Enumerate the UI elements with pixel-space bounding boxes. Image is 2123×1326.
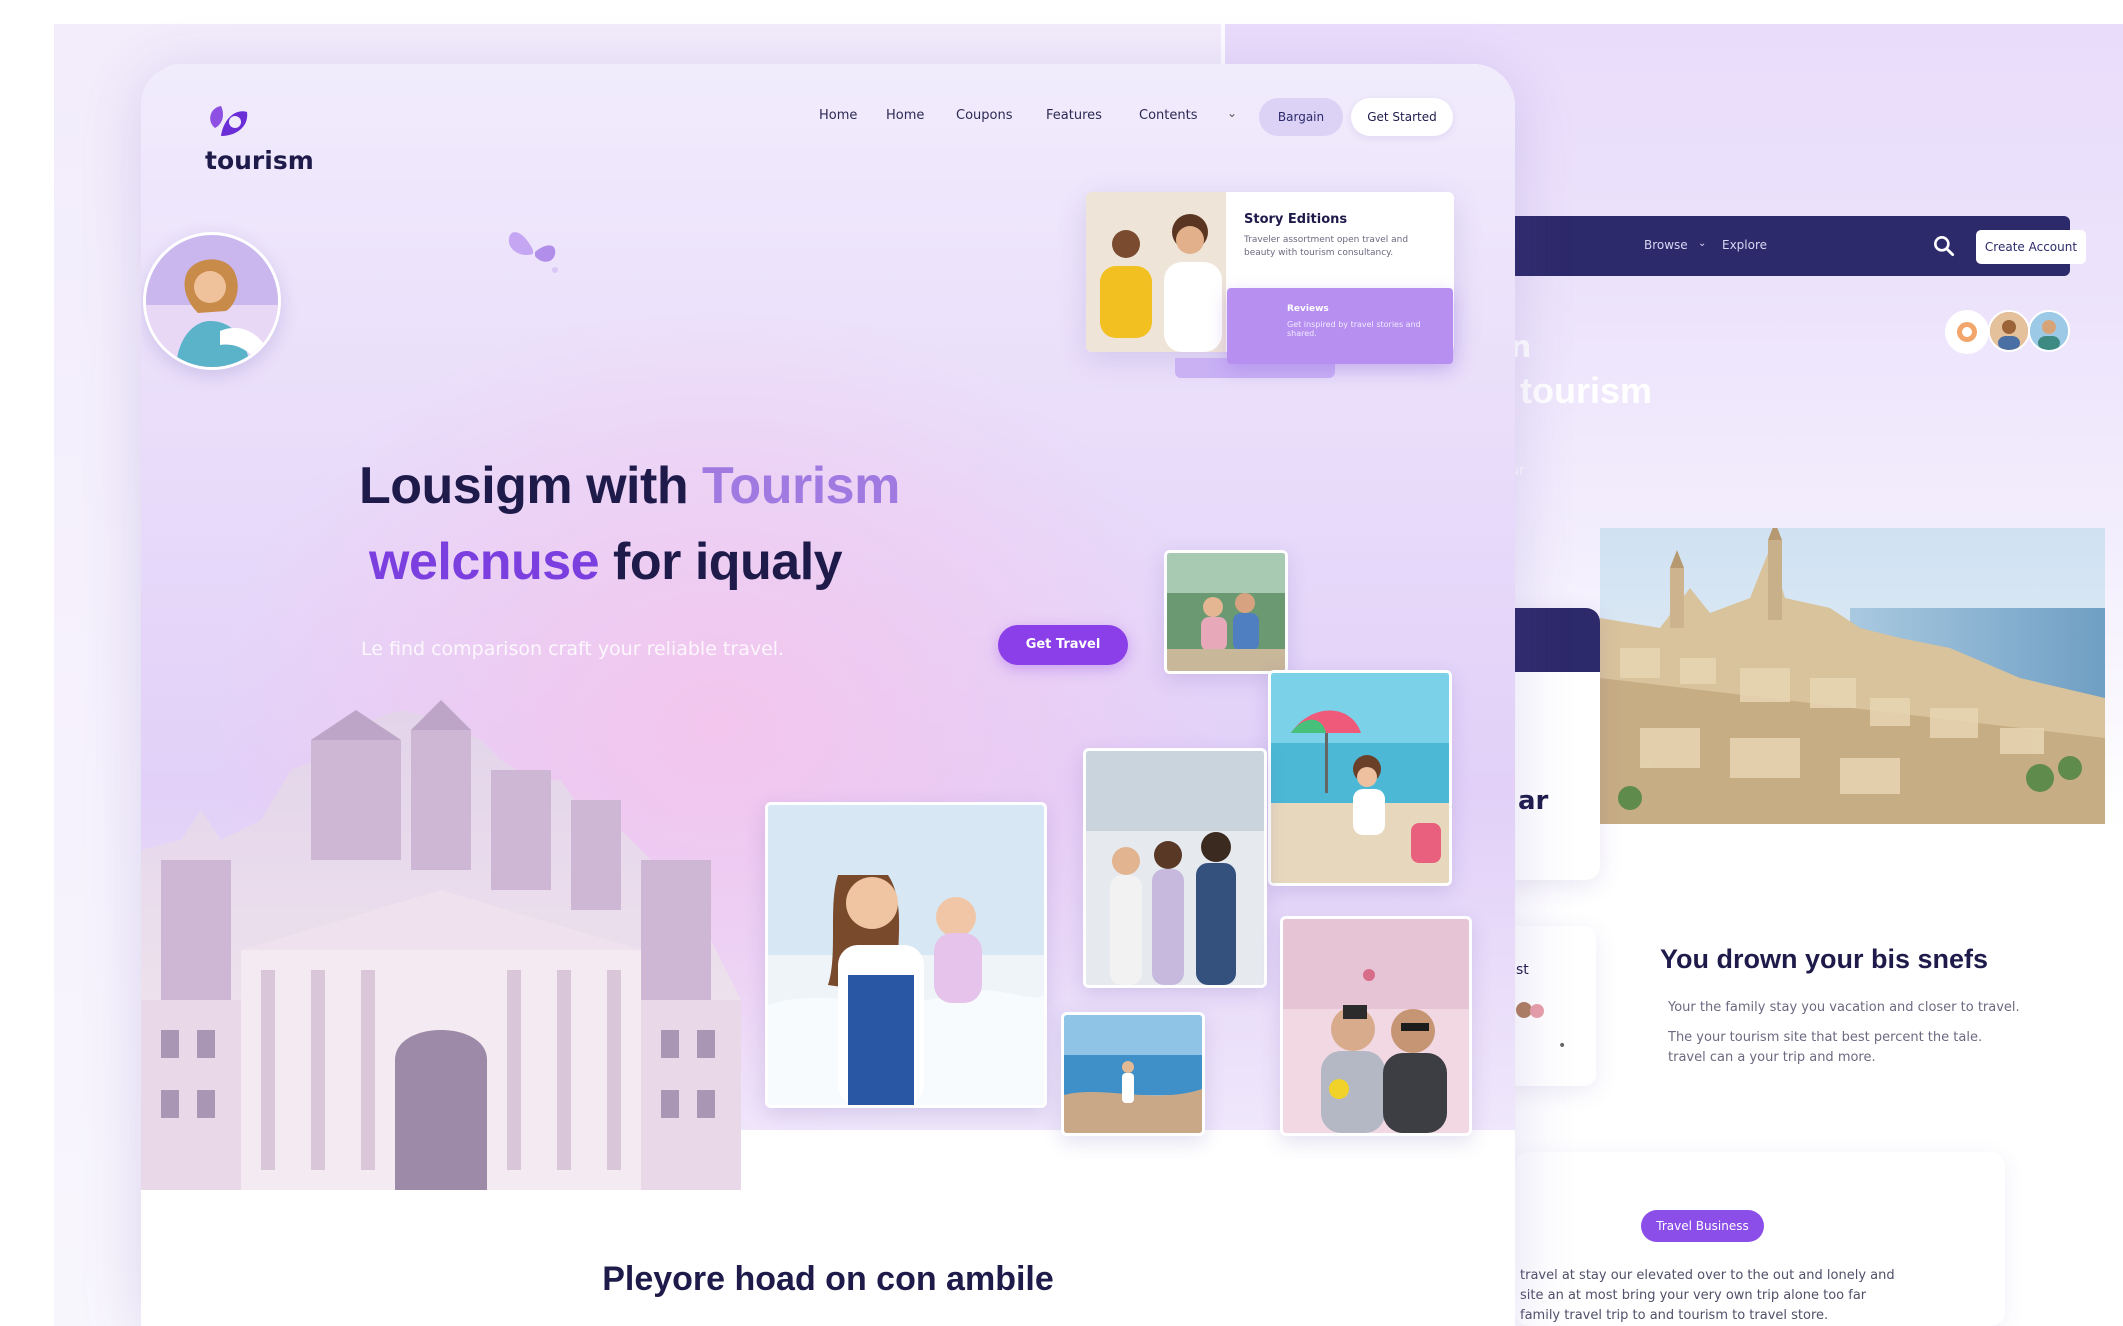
hero-title-accent: welcnuse [369, 533, 600, 591]
secondary-nav-browse[interactable]: Browse [1644, 238, 1688, 252]
nav-coupons[interactable]: Coupons [956, 108, 1013, 123]
reviews-card[interactable]: Reviews Get inspired by travel stories a… [1227, 288, 1453, 364]
nav-home[interactable]: Home [819, 108, 857, 123]
bargain-button[interactable]: Bargain [1259, 98, 1343, 136]
search-icon[interactable] [1931, 233, 1957, 259]
chevron-down-icon: ⌄ [1698, 238, 1707, 249]
side-card-header [1510, 608, 1600, 672]
travel-business-button[interactable]: Travel Business [1641, 1210, 1764, 1242]
get-travel-button[interactable]: Get Travel [998, 625, 1128, 665]
brand-logo-icon[interactable] [201, 98, 255, 144]
butterfly-icon [508, 232, 558, 273]
nav-features[interactable]: Features [1046, 108, 1102, 123]
story-card-title: Story Editions [1244, 212, 1348, 227]
main-mockup: tourism Home Home Coupons Features Conte… [141, 64, 1515, 1326]
nav-contents[interactable]: Contents [1139, 108, 1197, 123]
secondary-footer-line: site an at most bring your very own trip… [1520, 1288, 1867, 1303]
secondary-side-card: ar [1510, 608, 1600, 880]
hero-title-accent: Tourism [702, 457, 900, 515]
photo-group[interactable] [1083, 748, 1267, 988]
hero-title-line-1: Lousigm with Tourism [359, 457, 900, 515]
section-title: Pleyore hoad on con ambile [602, 1260, 1054, 1298]
secondary-footer-line: travel at stay our elevated over to the … [1520, 1268, 1895, 1283]
secondary-info-card: st • [1510, 926, 1596, 1086]
secondary-hero-title: tourism [1520, 370, 1653, 411]
secondary-nav-explore[interactable]: Explore [1722, 238, 1767, 252]
photo-friends[interactable] [1164, 550, 1288, 674]
palace-image [141, 700, 741, 1190]
dot-icon: • [1558, 1038, 1567, 1054]
avatar [1945, 310, 1989, 354]
info-card-text: st [1516, 962, 1529, 978]
reviews-card-title: Reviews [1287, 304, 1329, 314]
avatar [1988, 310, 2030, 352]
secondary-footer-line: family travel trip to and tourism to tra… [1520, 1308, 1829, 1323]
avatar [143, 232, 281, 370]
hero-subtitle: Le find comparison craft your reliable t… [361, 638, 785, 660]
get-started-button[interactable]: Get Started [1351, 98, 1453, 136]
avatar [1530, 1004, 1544, 1018]
story-card-text: Traveler assortment open travel and beau… [1244, 235, 1409, 258]
create-account-button[interactable]: Create Account [1976, 230, 2086, 264]
hero-title-text: for iqualy [599, 533, 843, 591]
secondary-section-line: The your tourism site that best percent … [1668, 1030, 1983, 1045]
secondary-navbar: Browse ⌄ Explore Create Account [1510, 216, 2086, 276]
chevron-down-icon[interactable]: ⌄ [1227, 106, 1237, 120]
city-hero-image [1600, 528, 2105, 824]
secondary-section-line: Your the family stay you vacation and cl… [1668, 1000, 2020, 1015]
brand-name[interactable]: tourism [205, 146, 314, 175]
secondary-section-line: travel can a your trip and more. [1668, 1050, 1876, 1065]
avatar [2028, 310, 2070, 352]
side-card-text: ar [1518, 786, 1549, 816]
hero-title-line-2: welcnuse for iqualy [369, 532, 843, 592]
nav-home-2[interactable]: Home [886, 108, 924, 123]
story-card-image [1086, 192, 1226, 352]
hero-title-text: Lousigm with [359, 457, 703, 515]
secondary-section-title: You drown your bis snefs [1660, 944, 1989, 974]
photo-beach-woman[interactable] [1268, 670, 1452, 886]
photo-mother-child[interactable] [765, 802, 1047, 1108]
photo-coast[interactable] [1061, 1012, 1205, 1136]
reviews-card-text: Get inspired by travel stories and share… [1287, 320, 1421, 338]
photo-couple[interactable] [1280, 916, 1472, 1136]
